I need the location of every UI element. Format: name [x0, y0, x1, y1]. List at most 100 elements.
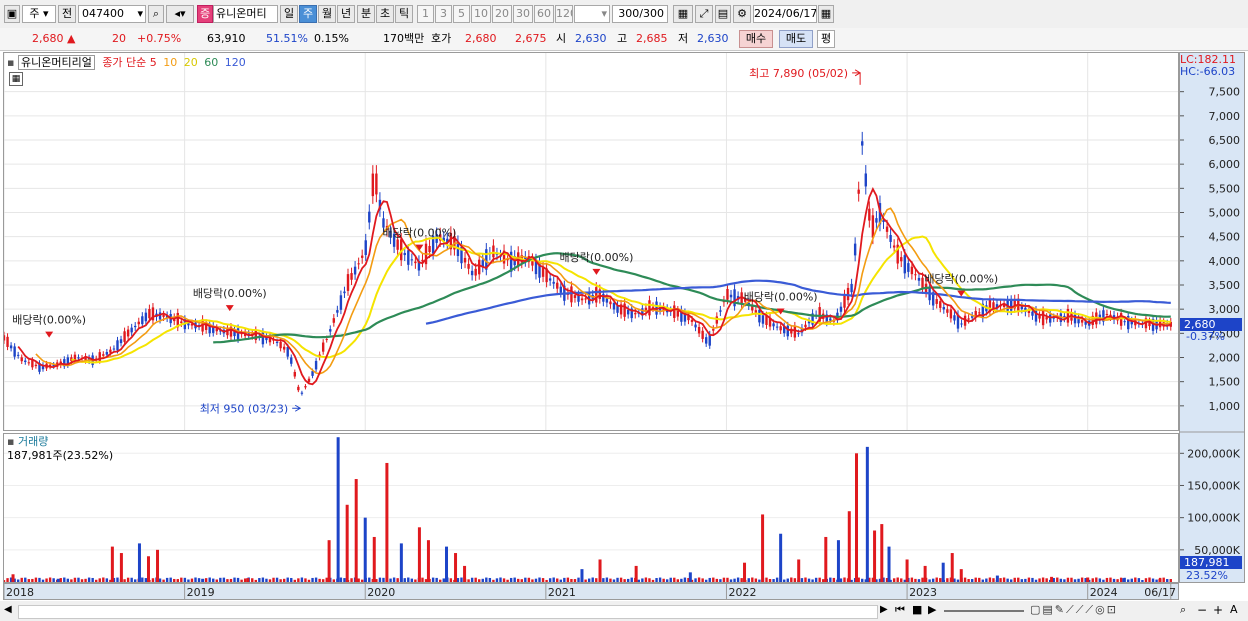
candle-body	[857, 189, 860, 194]
volume-ratio: 51.51%	[266, 32, 308, 45]
volume-bar	[807, 578, 811, 582]
volume-bar	[286, 577, 289, 582]
candle-body	[329, 329, 332, 332]
volume-bar	[793, 578, 797, 582]
calendar-icon[interactable]: ▦	[818, 5, 834, 23]
interval-120[interactable]: 120	[555, 5, 573, 23]
volume-bar	[1063, 579, 1066, 582]
current-pct-tag: -0.37%	[1186, 329, 1225, 343]
scroll-track[interactable]	[18, 605, 878, 619]
candle-body	[793, 325, 797, 338]
candle-body	[410, 259, 414, 261]
candle-body	[119, 339, 123, 344]
buy-button[interactable]: 매수	[739, 30, 773, 48]
candle-body	[180, 321, 183, 324]
zoom-in-icon[interactable]: +	[1213, 603, 1223, 617]
eval-button[interactable]: 평	[817, 30, 835, 48]
save-icon[interactable]: ▤	[715, 5, 731, 23]
y-tick-label: 3,000	[1209, 303, 1241, 316]
scroll-right-icon[interactable]: ▶	[880, 604, 888, 615]
stop-icon[interactable]: ■	[912, 603, 922, 616]
stock-code-input[interactable]: 047400 ▾	[78, 5, 146, 23]
table-icon[interactable]: ▦	[9, 72, 23, 86]
volume-bar	[1009, 579, 1013, 582]
candle-body	[729, 294, 733, 298]
volume-bar	[194, 577, 197, 582]
candle-body	[701, 330, 704, 339]
candle-body	[112, 348, 116, 350]
tab-monthly[interactable]: 월	[318, 5, 336, 23]
volume-bar	[956, 579, 960, 582]
volume-bar	[382, 577, 385, 582]
bottom-scrollbar[interactable]: ◀ ▶ ⏮ ■ ▶ ▢▤✎⟋⟋⟋◎⊡ ⌕ − + A	[0, 601, 1248, 621]
candle-body	[300, 392, 304, 394]
volume-bar	[52, 578, 55, 582]
volume-bar	[261, 577, 265, 582]
interval-60[interactable]: 60	[534, 5, 554, 23]
count-input[interactable]: 300/300	[612, 5, 668, 23]
volume-bar	[73, 577, 77, 582]
interval-30[interactable]: 30	[513, 5, 533, 23]
interval-1[interactable]: 1	[417, 5, 434, 23]
interval-dropdown[interactable]: ▾	[574, 5, 610, 23]
candle-body	[407, 250, 410, 265]
volume-bar	[372, 536, 376, 582]
speaker-icon[interactable]: ◂▾	[166, 5, 194, 23]
search-icon[interactable]: ⌕	[148, 5, 164, 23]
interval-5[interactable]: 5	[453, 5, 470, 23]
x-tick-label: 2020	[367, 586, 395, 599]
tab-minute[interactable]: 분	[357, 5, 375, 23]
zoom-slider[interactable]	[944, 610, 1024, 612]
candle-settings-icon[interactable]: ▦	[673, 5, 693, 23]
period-dropdown[interactable]: 주 ▾	[22, 5, 56, 23]
volume-bar	[243, 578, 247, 582]
candle-body	[609, 301, 612, 305]
interval-20[interactable]: 20	[492, 5, 512, 23]
volume-current-tag: 187,981	[1180, 556, 1242, 569]
candle-body	[548, 278, 552, 281]
interval-3[interactable]: 3	[435, 5, 452, 23]
tab-yearly[interactable]: 년	[337, 5, 355, 23]
drawing-tools-icons[interactable]: ▢▤✎⟋⟋⟋◎⊡	[1030, 603, 1118, 617]
tab-daily[interactable]: 일	[280, 5, 298, 23]
volume-bar	[708, 577, 711, 582]
volume-bar	[1112, 578, 1116, 582]
tab-weekly[interactable]: 주	[299, 5, 317, 23]
tab-tick[interactable]: 틱	[395, 5, 413, 23]
sell-button[interactable]: 매도	[779, 30, 813, 48]
candle-body	[1041, 310, 1045, 326]
zoom-out-icon[interactable]: −	[1197, 603, 1207, 617]
candle-body	[31, 359, 34, 368]
font-size-icon[interactable]: A	[1230, 603, 1238, 616]
magnify-icon[interactable]: ⌕	[1180, 603, 1186, 617]
volume-bar	[651, 579, 655, 582]
interval-10[interactable]: 10	[471, 5, 491, 23]
candle-body	[605, 298, 609, 303]
prev-button[interactable]: 전	[58, 5, 76, 23]
volume-chart-panel[interactable]	[3, 433, 1179, 583]
tab-second[interactable]: 초	[376, 5, 394, 23]
date-input[interactable]: 2024/06/17	[753, 5, 817, 23]
volume-bar	[1056, 577, 1059, 582]
legend-dot-icon: ▪	[7, 56, 15, 69]
volume-bar	[1148, 577, 1151, 582]
volume-bar	[339, 577, 343, 582]
volume-bar	[488, 577, 492, 582]
volume-bar	[456, 578, 460, 582]
volume-bar	[4, 580, 6, 582]
price-chart-panel[interactable]: 최고 7,890 (05/02) 최저 950 (03/23) 배당락(0.00%)…	[3, 52, 1179, 431]
volume-bar	[772, 579, 775, 582]
volume-bar	[66, 578, 70, 582]
window-menu-icon[interactable]: ▣	[4, 5, 20, 23]
play-icon[interactable]: ▶	[928, 603, 936, 616]
volume-bar	[712, 577, 715, 582]
volume-bar	[701, 578, 704, 582]
scroll-left-icon[interactable]: ◀	[4, 604, 12, 615]
candle-body	[541, 267, 545, 277]
gear-icon[interactable]: ⚙	[733, 5, 751, 23]
y-tick-label: 7,000	[1209, 110, 1241, 123]
volume-bar	[1038, 578, 1041, 582]
draw-tool-icon[interactable]: ⤢	[695, 5, 713, 23]
volume-bar	[321, 579, 325, 582]
rewind-icon[interactable]: ⏮	[895, 603, 905, 617]
